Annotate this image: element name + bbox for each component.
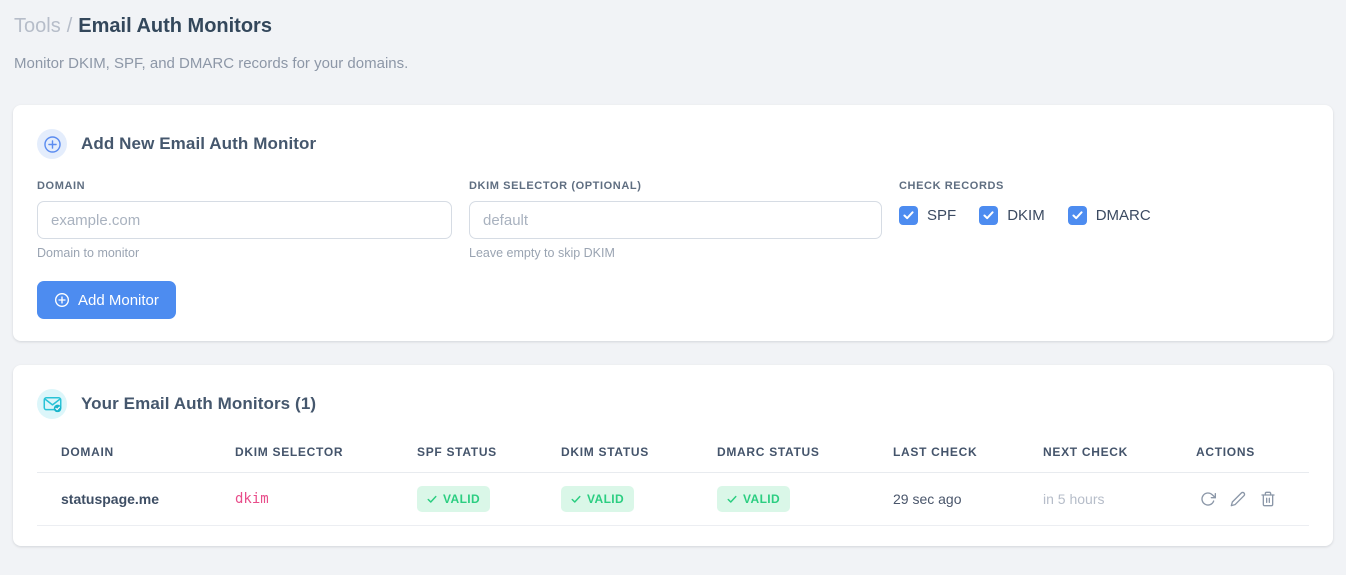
check-icon: [571, 495, 581, 503]
dmarc-checkbox[interactable]: DMARC: [1067, 206, 1151, 225]
domain-helper-text: Domain to monitor: [37, 246, 140, 260]
add-monitor-button[interactable]: Add Monitor: [37, 281, 176, 319]
check-icon: [983, 211, 994, 220]
envelope-check-icon: [37, 389, 67, 419]
dkim-checkbox-label: DKIM: [1007, 207, 1045, 224]
dmarc-checkbox-label: DMARC: [1095, 207, 1151, 224]
check-records-label: CHECK RECORDS: [899, 180, 1004, 192]
domain-label: DOMAIN: [37, 180, 86, 192]
check-records-group: CHECK RECORDS SPF DKIM DMARC: [899, 180, 1151, 260]
spf-checkbox[interactable]: SPF: [899, 206, 956, 225]
dkim-status-badge: VALID: [561, 486, 635, 512]
refresh-icon: [1201, 492, 1216, 506]
plus-circle-icon: [37, 129, 67, 159]
monitors-card-header: Your Email Auth Monitors (1): [37, 389, 1309, 419]
column-header-next-check: NEXT CHECK: [1043, 429, 1196, 473]
dkim-selector-helper-text: Leave empty to skip DKIM: [469, 246, 615, 260]
column-header-dkim-status: DKIM STATUS: [561, 429, 717, 473]
trash-icon: [1261, 491, 1275, 507]
page-title: Email Auth Monitors: [78, 15, 272, 37]
domain-field-group: DOMAIN Domain to monitor: [37, 180, 452, 260]
spf-checkbox-label: SPF: [927, 207, 957, 224]
row-actions: [1196, 487, 1301, 511]
breadcrumb-separator: /: [66, 15, 73, 37]
monitor-domain: statuspage.me: [37, 472, 235, 526]
column-header-dkim-selector: DKIM SELECTOR: [235, 429, 417, 473]
plus-circle-icon: [55, 293, 69, 307]
column-header-spf-status: SPF STATUS: [417, 429, 561, 473]
dkim-checkbox[interactable]: DKIM: [979, 206, 1045, 225]
domain-input[interactable]: [37, 201, 452, 239]
column-header-dmarc-status: DMARC STATUS: [717, 429, 893, 473]
spf-status-badge: VALID: [417, 486, 491, 512]
monitors-table: DOMAIN DKIM SELECTOR SPF STATUS DKIM STA…: [37, 429, 1309, 526]
check-icon: [1072, 211, 1083, 220]
dmarc-status-badge: VALID: [717, 486, 791, 512]
monitor-dkim-selector: dkim: [235, 472, 417, 526]
column-header-domain: DOMAIN: [37, 429, 235, 473]
add-monitor-button-label: Add Monitor: [78, 291, 159, 309]
monitor-next-check: in 5 hours: [1043, 472, 1196, 526]
check-icon: [427, 495, 437, 503]
pencil-icon: [1230, 491, 1246, 507]
spf-checkbox-box[interactable]: [899, 206, 918, 225]
page-subtitle: Monitor DKIM, SPF, and DMARC records for…: [14, 55, 409, 72]
add-monitor-card-title: Add New Email Auth Monitor: [81, 134, 317, 153]
breadcrumb-tools-link[interactable]: Tools: [14, 15, 61, 37]
edit-button[interactable]: [1226, 487, 1250, 511]
monitors-list-card: Your Email Auth Monitors (1) DOMAIN DKIM…: [13, 365, 1333, 546]
add-monitor-form: DOMAIN Domain to monitor DKIM SELECTOR (…: [37, 180, 1309, 260]
check-icon: [727, 495, 737, 503]
email-auth-monitors-page: Tools / Email Auth Monitors Monitor DKIM, …: [0, 0, 1346, 546]
refresh-button[interactable]: [1196, 487, 1220, 511]
dkim-selector-input[interactable]: [469, 201, 882, 239]
table-header-row: DOMAIN DKIM SELECTOR SPF STATUS DKIM STA…: [37, 429, 1309, 473]
add-monitor-card-header: Add New Email Auth Monitor: [37, 129, 1309, 159]
dkim-selector-label: DKIM SELECTOR (OPTIONAL): [469, 180, 642, 192]
dkim-selector-field-group: DKIM SELECTOR (OPTIONAL) Leave empty to …: [469, 180, 882, 260]
check-icon: [903, 211, 914, 220]
column-header-last-check: LAST CHECK: [893, 429, 1043, 473]
monitor-last-check: 29 sec ago: [893, 472, 1043, 526]
column-header-actions: ACTIONS: [1196, 429, 1309, 473]
delete-button[interactable]: [1256, 487, 1280, 511]
add-monitor-card: Add New Email Auth Monitor DOMAIN Domain…: [13, 105, 1333, 341]
table-row: statuspage.me dkim VALID VALID VALID 29 …: [37, 472, 1309, 526]
monitors-card-title: Your Email Auth Monitors (1): [81, 394, 317, 413]
breadcrumb: Tools / Email Auth Monitors: [13, 14, 1333, 38]
dmarc-checkbox-box[interactable]: [1067, 206, 1087, 225]
dkim-checkbox-box[interactable]: [979, 206, 999, 225]
